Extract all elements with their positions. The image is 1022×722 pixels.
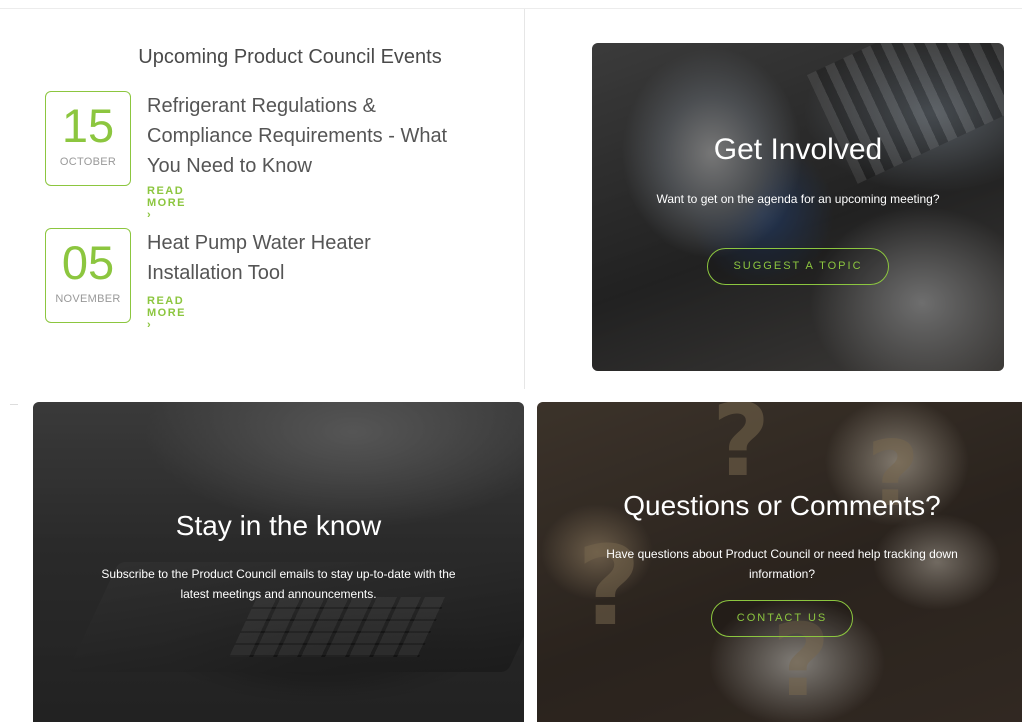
upcoming-events-section: Upcoming Product Council Events 15 OCTOB…	[0, 0, 524, 390]
event-title-link[interactable]: Refrigerant Regulations & Compliance Req…	[147, 91, 467, 181]
get-involved-text: Want to get on the agenda for an upcomin…	[656, 192, 940, 206]
event-read-more-link[interactable]: READ MORE ›	[147, 295, 186, 331]
event-month: OCTOBER	[59, 156, 117, 168]
stay-in-the-know-card: Stay in the know Subscribe to the Produc…	[33, 402, 524, 722]
event-read-more-link[interactable]: READ MORE ›	[147, 185, 186, 221]
event-day: 15	[61, 99, 115, 152]
photo-overlay	[33, 402, 524, 722]
questions-card: ? ? ? ? Questions or Comments? Have ques…	[537, 402, 1022, 722]
questions-title: Questions or Comments?	[623, 490, 941, 521]
suggest-topic-button[interactable]: SUGGEST A TOPIC	[707, 248, 889, 285]
event-title-link[interactable]: Heat Pump Water Heater Installation Tool	[147, 228, 467, 288]
event-day: 05	[61, 236, 115, 289]
questions-text: Have questions about Product Council or …	[606, 547, 958, 581]
stay-in-know-text: Subscribe to the Product Council emails …	[101, 567, 456, 601]
get-involved-title: Get Involved	[713, 133, 883, 166]
get-involved-card: Get Involved Want to get on the agenda f…	[592, 43, 1004, 371]
event-date-badge: 15 OCTOBER	[45, 91, 131, 186]
stay-in-know-title: Stay in the know	[175, 510, 382, 541]
events-heading: Upcoming Product Council Events	[138, 46, 442, 68]
event-month: NOVEMBER	[55, 293, 121, 305]
left-divider	[10, 404, 18, 405]
contact-us-button[interactable]: CONTACT US	[711, 600, 853, 637]
event-date-badge: 05 NOVEMBER	[45, 228, 131, 323]
